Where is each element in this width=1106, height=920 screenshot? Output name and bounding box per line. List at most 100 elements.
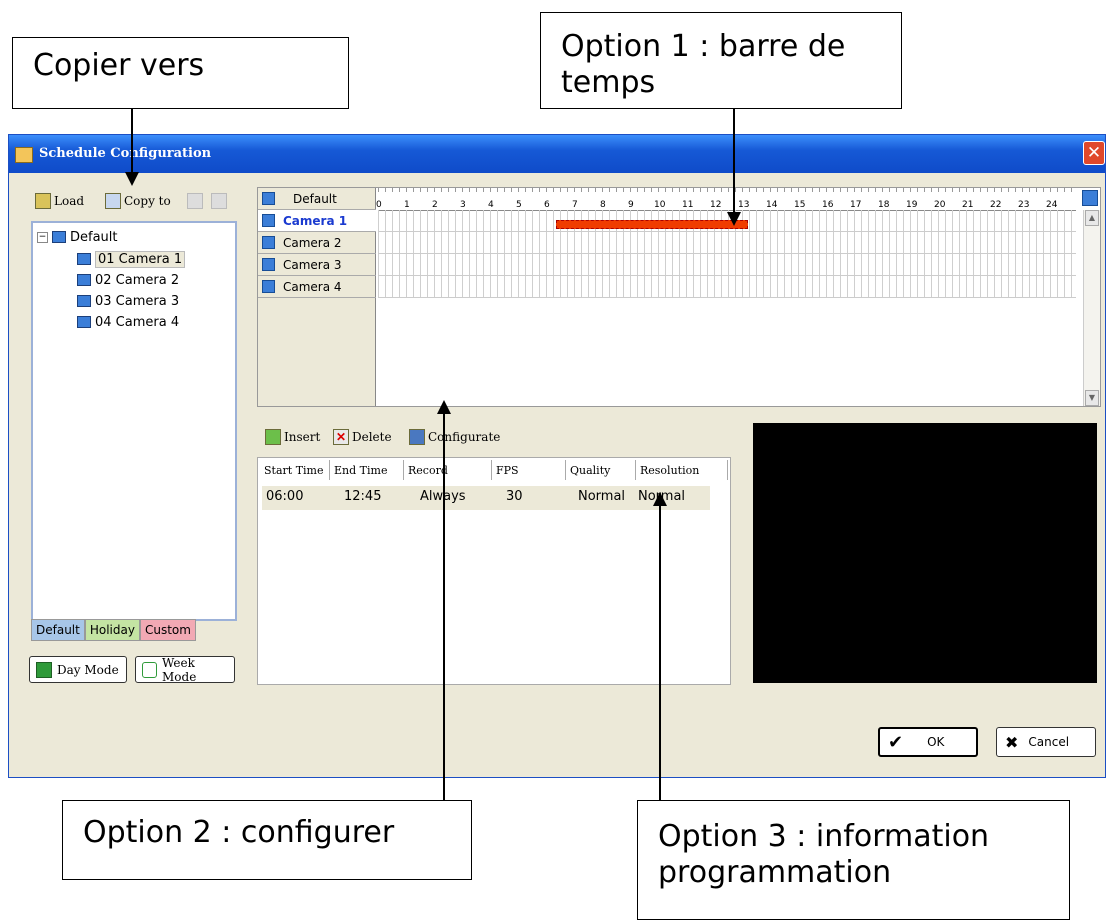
title-bar: Schedule Configuration ✕ [9, 135, 1105, 173]
insert-icon [265, 429, 281, 445]
hour-tick-label: 14 [766, 200, 778, 210]
delete-icon: ✕ [333, 429, 349, 445]
timeline-row-label[interactable]: Camera 4 [258, 276, 376, 298]
timeline-camera-label: Camera 2 [283, 235, 342, 250]
tree-item[interactable]: 02 Camera 2 [77, 270, 179, 290]
timeline-row-label[interactable]: Camera 3 [258, 254, 376, 276]
arrowhead-option1 [727, 212, 741, 226]
hour-tick-label: 19 [906, 200, 918, 210]
timeline-names: Default Camera 1 Camera 2 Camera 3 Camer… [258, 188, 376, 406]
camera-icon [262, 280, 275, 293]
camera-icon [262, 236, 275, 249]
tree-item[interactable]: 03 Camera 3 [77, 291, 179, 311]
tree-item[interactable]: 04 Camera 4 [77, 312, 179, 332]
copy-to-label: Copy to [124, 194, 171, 208]
schedule-time-bar[interactable] [556, 220, 748, 229]
tab-holiday[interactable]: Holiday [84, 619, 140, 641]
camera-icon [77, 274, 91, 286]
timeline-panel[interactable]: Default Camera 1 Camera 2 Camera 3 Camer… [257, 187, 1101, 407]
paste-button [187, 193, 203, 209]
hour-tick-label: 1 [404, 200, 410, 210]
close-button[interactable]: ✕ [1083, 141, 1105, 165]
hour-tick-label: 4 [488, 200, 494, 210]
day-mode-icon [36, 661, 52, 678]
arrowhead-copy-to [125, 172, 139, 186]
callout-option3: Option 3 : information programmation [637, 800, 1070, 920]
insert-button[interactable]: Insert [265, 429, 320, 445]
hour-tick-label: 18 [878, 200, 890, 210]
column-header[interactable]: FPS [492, 460, 566, 480]
ok-button[interactable]: ✔ OK [878, 727, 978, 757]
cancel-x-icon: ✖ [1005, 732, 1019, 752]
arrow-option2 [443, 412, 445, 800]
record-cell: Always [416, 489, 466, 504]
copy-icon [105, 193, 121, 209]
camera-tree[interactable]: − Default 01 Camera 1 02 Camera 2 03 Cam… [31, 221, 237, 621]
arrowhead-option2 [437, 400, 451, 414]
tree-root-label: Default [70, 229, 118, 245]
scroll-down-icon[interactable]: ▼ [1085, 390, 1099, 406]
day-mode-button[interactable]: Day Mode [29, 656, 127, 683]
week-mode-label: Week Mode [162, 655, 197, 684]
collapse-icon[interactable]: − [37, 231, 48, 243]
hour-tick-label: 22 [990, 200, 1002, 210]
hour-tick-label: 6 [544, 200, 550, 210]
cancel-button[interactable]: ✖ Cancel [996, 727, 1096, 757]
timeline-row[interactable] [378, 276, 1076, 298]
table-row[interactable]: 06:00 12:45 Always 30 Normal Normal [262, 486, 710, 510]
delete-button[interactable]: ✕ Delete [333, 429, 392, 445]
hour-tick-label: 17 [850, 200, 862, 210]
hour-tick-label: 7 [572, 200, 578, 210]
camera-icon [262, 258, 275, 271]
timeline-row-label[interactable]: Camera 2 [258, 232, 376, 254]
tab-custom[interactable]: Custom [139, 619, 196, 641]
hour-tick-label: 15 [794, 200, 806, 210]
schedule-app-icon [15, 147, 33, 163]
timeline-row-label[interactable]: Camera 1 [258, 210, 376, 232]
schedule-configuration-window: Schedule Configuration ✕ Load Copy to − … [8, 134, 1106, 778]
timeline-camera-label: Camera 4 [283, 279, 342, 294]
column-header[interactable]: End Time [330, 460, 404, 480]
week-mode-button[interactable]: Week Mode [135, 655, 235, 684]
timeline-header-label: Default [293, 191, 337, 206]
start-time-cell: 06:00 [266, 489, 304, 504]
arrow-copy-to [131, 109, 133, 175]
day-mode-label: Day Mode [57, 662, 119, 677]
arrow-option1 [733, 109, 735, 214]
timeline-row[interactable] [378, 254, 1076, 276]
configurate-button[interactable]: Configurate [409, 429, 500, 445]
hour-tick-label: 16 [822, 200, 834, 210]
callout-option1: Option 1 : barre de temps [540, 12, 902, 109]
tree-root[interactable]: − Default [37, 227, 118, 247]
hour-tick-label: 20 [934, 200, 946, 210]
column-header[interactable]: Start Time [260, 460, 330, 480]
schedule-grid-icon [262, 192, 275, 205]
hour-tick-label: 9 [628, 200, 634, 210]
camera-icon [77, 295, 91, 307]
hour-tick-label: 3 [460, 200, 466, 210]
load-button[interactable]: Load [35, 193, 84, 209]
column-header[interactable]: Quality [566, 460, 636, 480]
cancel-label: Cancel [1028, 735, 1070, 749]
tree-item[interactable]: 01 Camera 1 [77, 249, 186, 269]
hour-tick-label: 11 [682, 200, 694, 210]
callout-option1-line2: temps [561, 65, 656, 100]
timeline-scrollbar[interactable]: ▲ ▼ [1083, 210, 1100, 406]
camera-icon [262, 214, 275, 227]
column-header[interactable]: Resolution [636, 460, 728, 480]
tab-default[interactable]: Default [31, 619, 85, 641]
timeline-row[interactable] [378, 232, 1076, 254]
ok-label: OK [927, 735, 945, 749]
callout-option2: Option 2 : configurer [62, 800, 472, 880]
callout-copy-to: Copier vers [12, 37, 349, 109]
callout-copy-to-text: Copier vers [33, 48, 205, 83]
calendar-grid-icon[interactable] [1082, 190, 1098, 206]
copy-to-button[interactable]: Copy to [105, 193, 171, 209]
scroll-up-icon[interactable]: ▲ [1085, 210, 1099, 226]
tree-item-label: 04 Camera 4 [95, 314, 180, 330]
configurate-label: Configurate [428, 430, 501, 444]
hour-tick-label: 24 [1046, 200, 1058, 210]
hour-tick-label: 5 [516, 200, 522, 210]
checkmark-icon: ✔ [888, 731, 904, 753]
column-header[interactable]: Record [404, 460, 492, 480]
